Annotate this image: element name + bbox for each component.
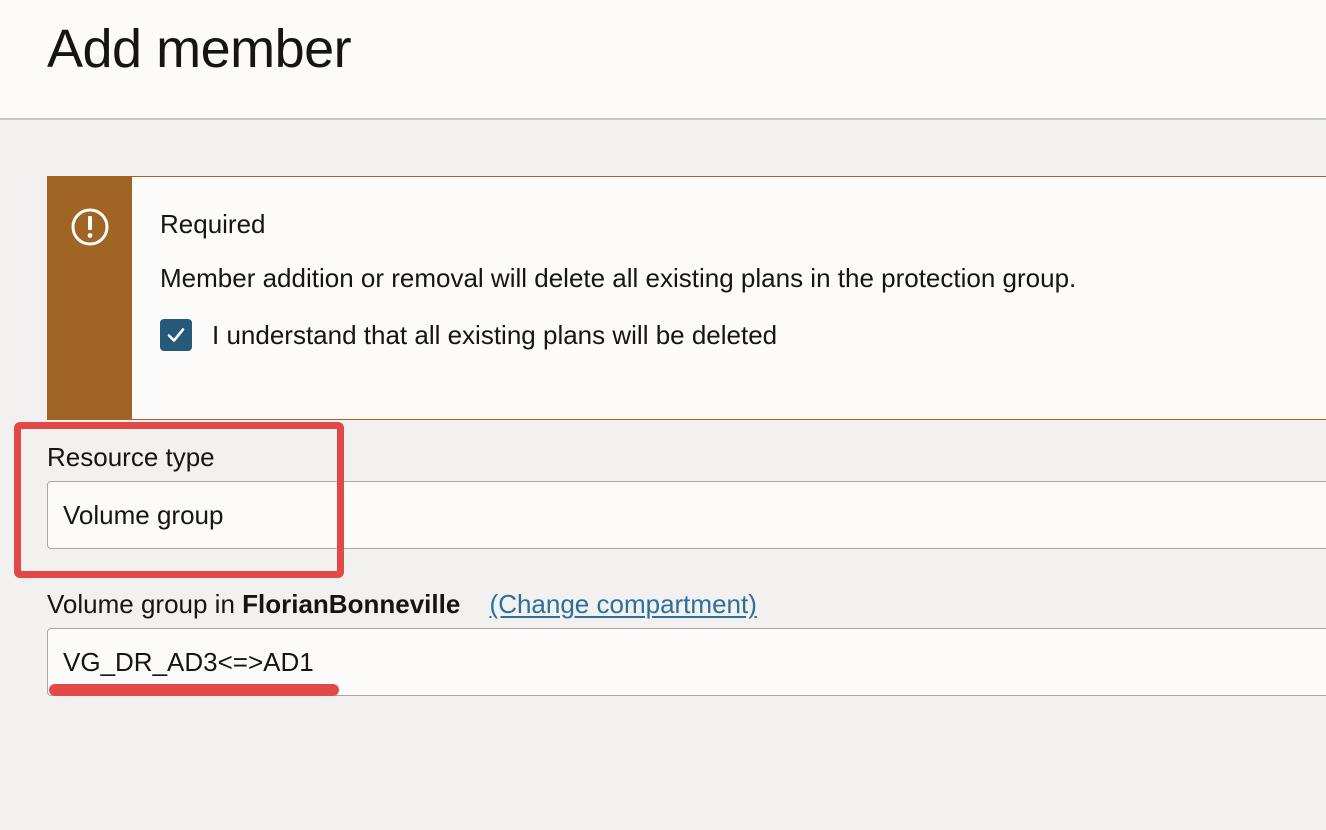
resource-type-select[interactable]: Volume group [47,481,1326,549]
volume-group-select[interactable]: VG_DR_AD3<=>AD1 [47,628,1326,696]
warning-panel: Required Member addition or removal will… [47,176,1326,420]
checkmark-icon [167,328,185,342]
warning-stripe [48,177,132,419]
volume-group-label-prefix: Volume group in [47,589,235,619]
exclamation-circle-icon [71,208,109,246]
change-compartment-link[interactable]: (Change compartment) [490,589,757,619]
warning-message: Member addition or removal will delete a… [160,263,1077,293]
acknowledge-row[interactable]: I understand that all existing plans wil… [160,319,777,351]
resource-type-value: Volume group [63,500,224,530]
page-header: Add member [0,0,1326,120]
volume-group-value: VG_DR_AD3<=>AD1 [63,647,314,677]
acknowledge-label[interactable]: I understand that all existing plans wil… [212,320,777,350]
volume-group-label: Volume group in FlorianBonneville (Chang… [47,589,757,619]
warning-heading: Required [160,209,266,239]
page-title: Add member [47,19,352,79]
resource-type-label: Resource type [47,442,215,472]
acknowledge-checkbox[interactable] [160,319,192,351]
compartment-name: FlorianBonneville [242,589,461,619]
